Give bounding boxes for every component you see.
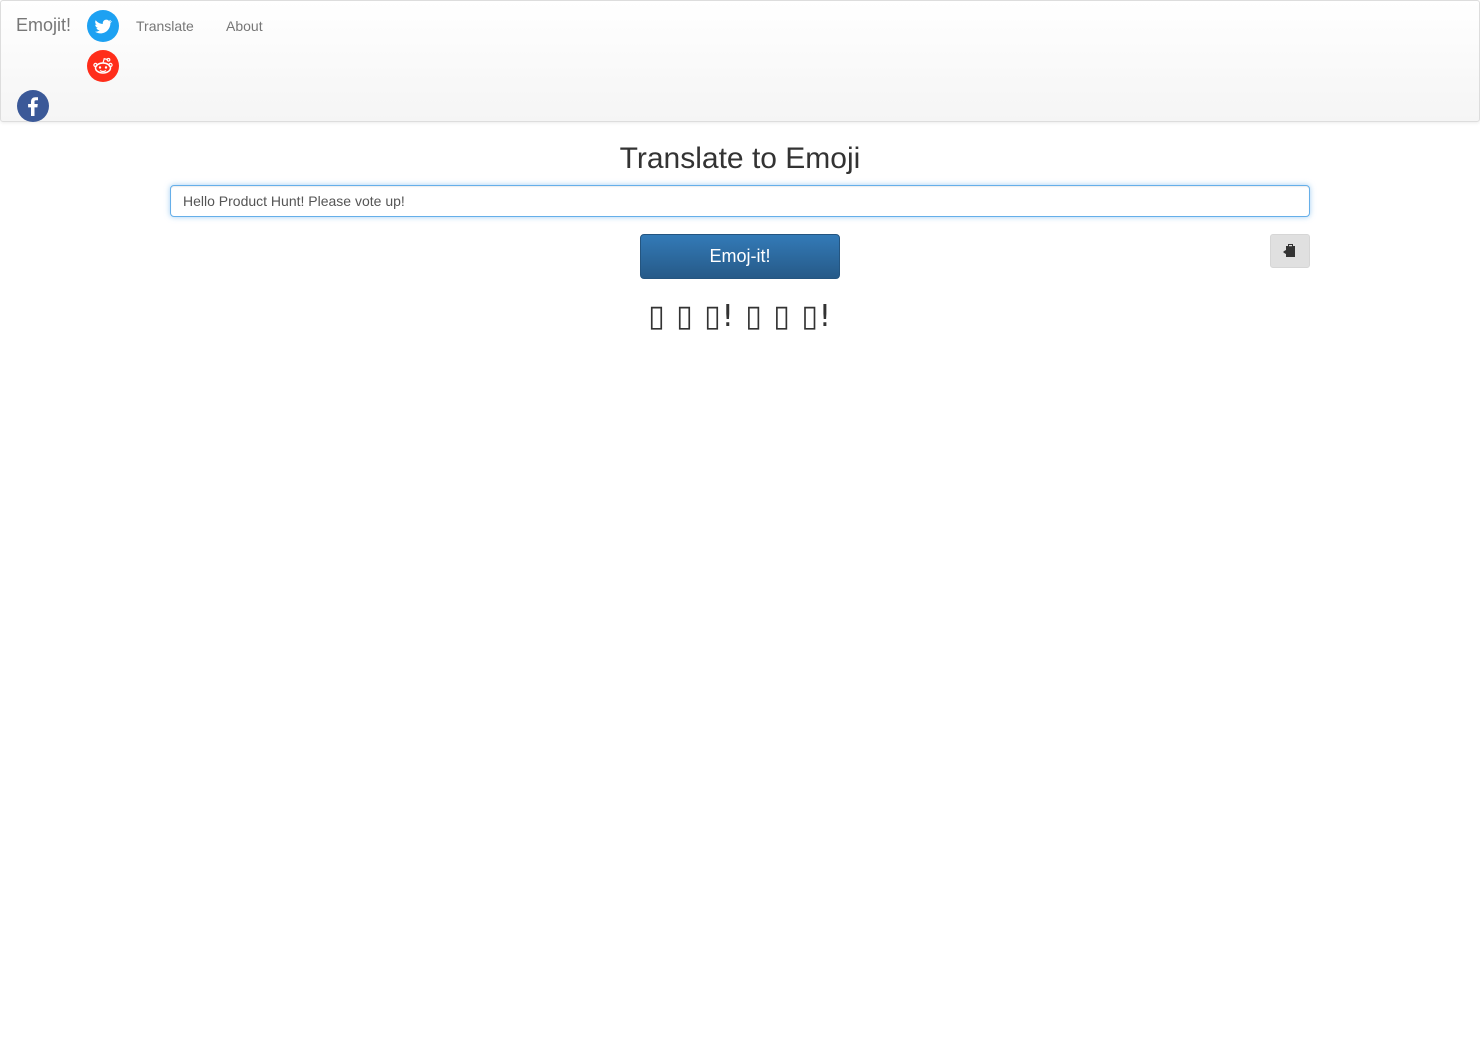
- brand-link[interactable]: Emojit!: [16, 15, 71, 36]
- navbar: Emojit! Translate About: [0, 0, 1480, 122]
- facebook-icon: [28, 97, 38, 116]
- reddit-share-button[interactable]: [87, 50, 119, 82]
- twitter-share-button[interactable]: [87, 10, 119, 42]
- copy-button[interactable]: [1270, 234, 1310, 268]
- twitter-icon: [95, 19, 113, 34]
- emoji-result: ▯ ▯ ▯! ▯ ▯ ▯!: [648, 299, 832, 334]
- translate-input[interactable]: [170, 185, 1310, 217]
- page-title: Translate to Emoji: [619, 142, 861, 175]
- clipboard-icon: [1283, 244, 1295, 257]
- nav-link-translate[interactable]: Translate: [136, 18, 194, 34]
- emojit-button[interactable]: Emoj-it!: [640, 234, 840, 279]
- nav-link-about[interactable]: About: [226, 18, 263, 34]
- reddit-icon: [93, 57, 113, 74]
- facebook-share-button[interactable]: [17, 90, 49, 122]
